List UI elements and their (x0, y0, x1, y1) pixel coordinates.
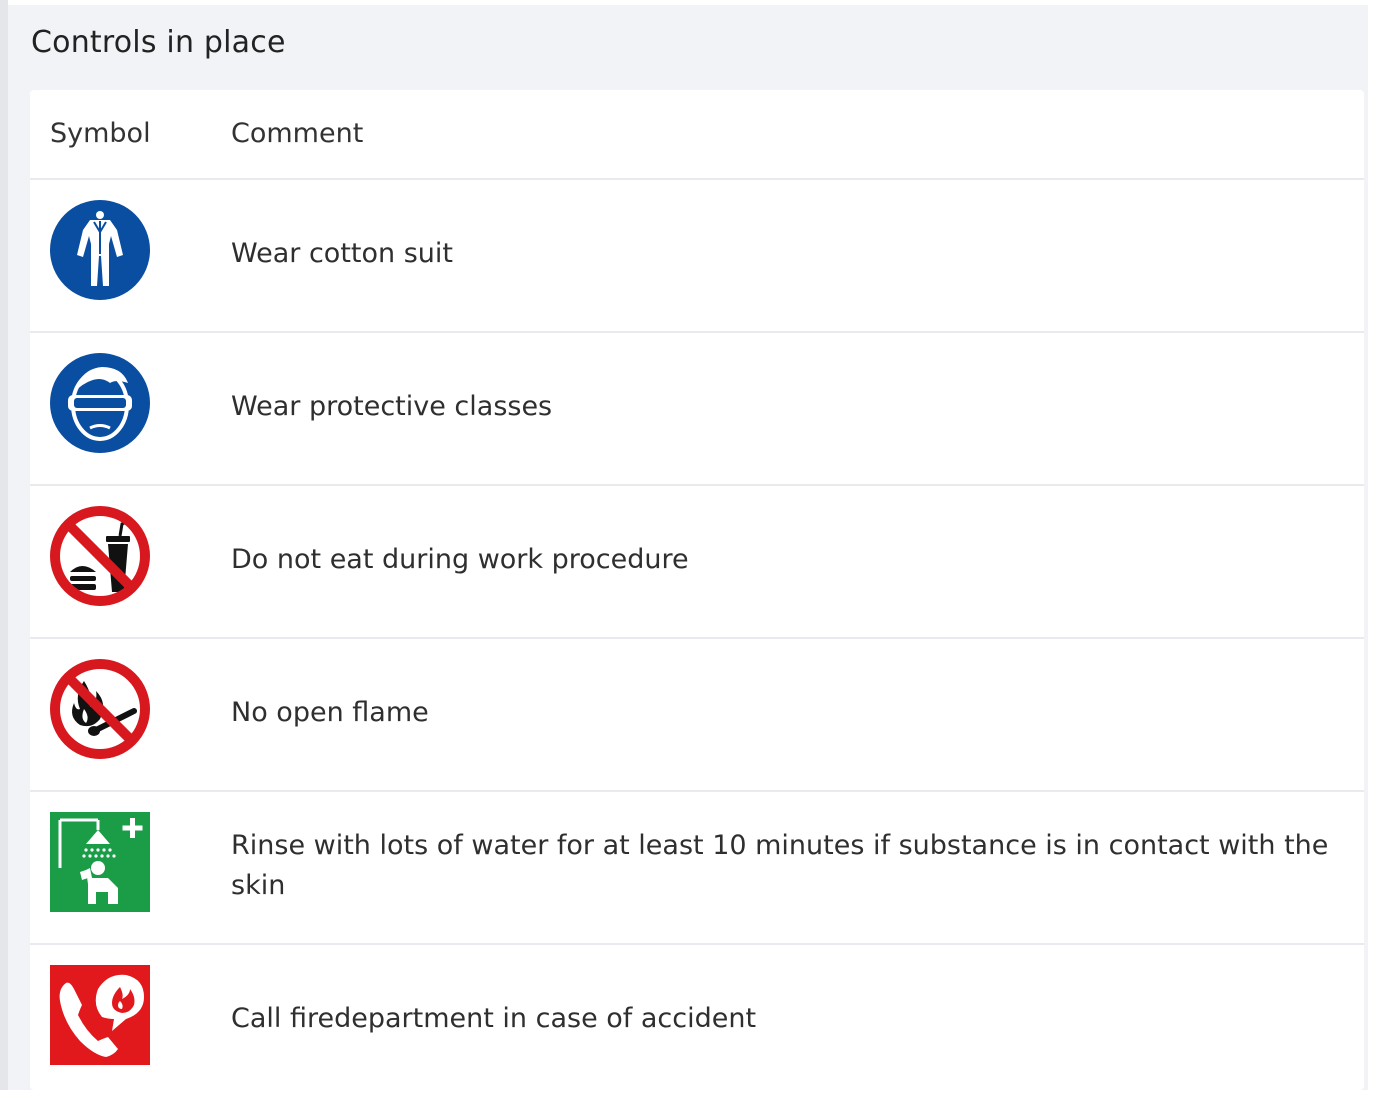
column-header-symbol: Symbol (50, 118, 151, 149)
row-comment: No open flame (231, 697, 429, 728)
row-comment: Wear cotton suit (231, 238, 453, 269)
coverall-mandatory-icon (50, 200, 150, 300)
table-row: Do not eat during work procedure (30, 486, 1364, 639)
fire-emergency-phone-icon (50, 965, 150, 1065)
table-row: Rinse with lots of water for at least 10… (30, 792, 1364, 945)
table-row: Wear protective classes (30, 333, 1364, 486)
row-comment: Rinse with lots of water for at least 10… (231, 830, 1329, 901)
goggles-mandatory-icon (50, 353, 150, 453)
table-row: Call firedepartment in case of accident (30, 945, 1364, 1096)
no-eating-drinking-icon (50, 506, 150, 606)
controls-panel: Controls in place Symbol Comment Wear co… (8, 5, 1368, 1090)
table-header: Symbol Comment (30, 90, 1364, 180)
left-edge-strip (0, 0, 8, 1090)
table-row: No open flame (30, 639, 1364, 792)
controls-table: Symbol Comment Wear cotton suit Wear pro… (30, 90, 1364, 1090)
row-comment: Wear protective classes (231, 391, 553, 422)
table-row: Wear cotton suit (30, 180, 1364, 333)
no-open-flame-icon (50, 659, 150, 759)
row-comment: Call firedepartment in case of accident (231, 1003, 757, 1034)
column-header-comment: Comment (231, 118, 364, 149)
safety-shower-icon (50, 812, 150, 912)
row-comment: Do not eat during work procedure (231, 544, 689, 575)
panel-title: Controls in place (31, 25, 286, 60)
